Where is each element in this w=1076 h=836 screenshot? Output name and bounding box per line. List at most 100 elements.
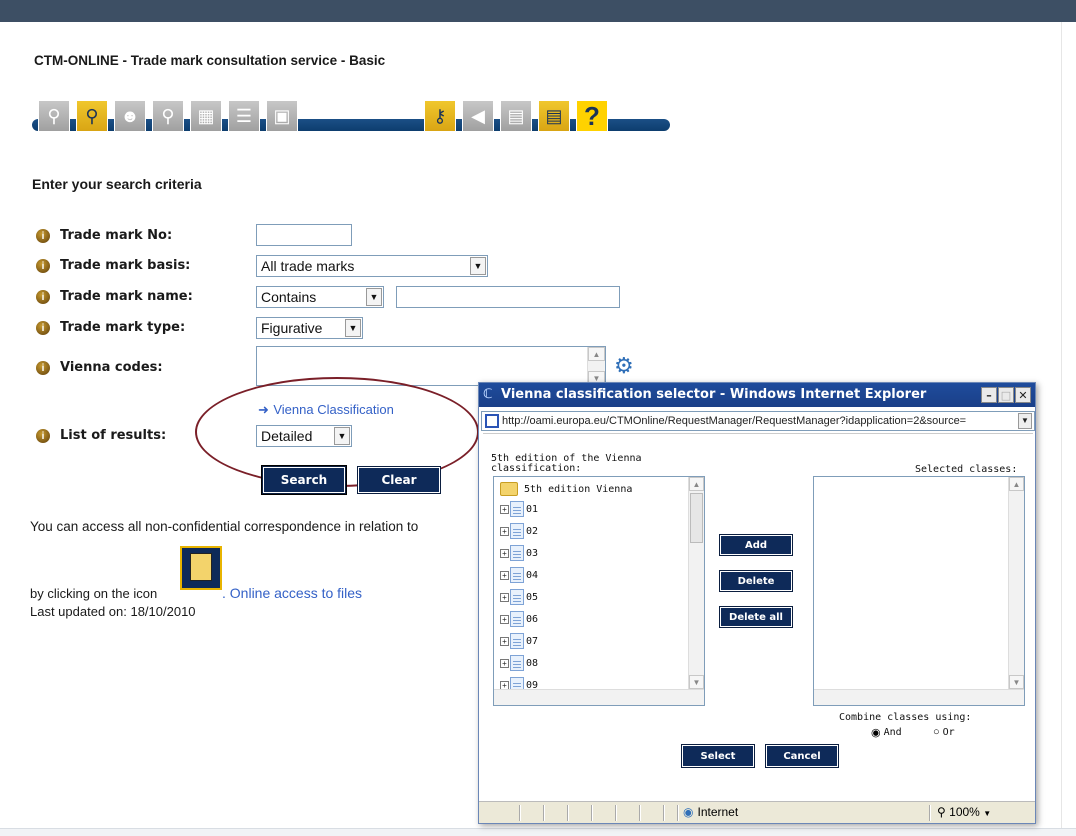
cancel-button[interactable]: Cancel — [765, 744, 839, 768]
info-bullet-icon: i — [36, 429, 50, 443]
tree-scrollbar[interactable]: ▲ ▼ — [688, 477, 704, 689]
list-item[interactable]: +04 — [500, 565, 538, 585]
document-icon — [510, 633, 524, 649]
tree-node-label: 04 — [526, 569, 539, 581]
delete-all-button[interactable]: Delete all — [719, 606, 793, 628]
page-title: CTM-ONLINE - Trade mark consultation ser… — [34, 53, 386, 68]
clear-button[interactable]: Clear — [357, 466, 441, 494]
list-item[interactable]: +01 — [500, 499, 538, 519]
document-icon — [510, 523, 524, 539]
tree-root[interactable]: 5th edition Vienna — [500, 479, 632, 499]
security-zone: ◉ Internet — [683, 805, 738, 819]
tree-root-label: 5th edition Vienna — [524, 483, 633, 495]
page-icon — [485, 414, 499, 428]
info-bullet-icon: i — [36, 229, 50, 243]
list-item[interactable]: +06 — [500, 609, 538, 629]
list-icon[interactable]: ☰ — [228, 100, 260, 132]
trade-mark-basis-value: All trade marks — [261, 258, 355, 274]
list-item[interactable]: +05 — [500, 587, 538, 607]
scroll-down-icon[interactable]: ▼ — [1009, 675, 1024, 689]
selected-hscrollbar[interactable] — [814, 689, 1024, 705]
vienna-tree-list[interactable]: 5th edition Vienna +01 +02 +03 +04 +05 +… — [493, 476, 705, 706]
search-simple-icon[interactable]: ⚲ — [38, 100, 70, 132]
back-icon[interactable]: ◀ — [462, 100, 494, 132]
or-radio[interactable]: ○ Or — [933, 726, 955, 738]
and-radio[interactable]: ◉ And — [871, 726, 902, 739]
vienna-codes-scrollbar[interactable]: ▲ ▼ — [587, 347, 605, 385]
search-button[interactable]: Search — [261, 465, 347, 495]
globe-icon: ◉ — [683, 805, 694, 819]
document-edit-icon[interactable]: ▦ — [190, 100, 222, 132]
print-icon[interactable]: ▤ — [538, 100, 570, 132]
popup-title: Vienna classification selector - Windows… — [501, 387, 927, 402]
document-icon — [510, 545, 524, 561]
scroll-up-icon[interactable]: ▲ — [588, 347, 605, 361]
popup-title-bar[interactable]: ℂ Vienna classification selector - Windo… — [479, 383, 1035, 407]
info-bullet-icon: i — [36, 361, 50, 375]
trade-mark-type-select[interactable]: Figurative ▼ — [256, 317, 363, 339]
list-item[interactable]: +03 — [500, 543, 538, 563]
vienna-tree-header: 5th edition of the Vienna classification… — [491, 453, 642, 474]
trade-mark-type-label: Trade mark type: — [60, 320, 186, 335]
trade-mark-name-label: Trade mark name: — [60, 289, 193, 304]
tree-node-label: 07 — [526, 635, 539, 647]
trade-mark-name-input[interactable] — [396, 286, 620, 308]
trade-mark-no-input[interactable] — [256, 224, 352, 246]
selected-scrollbar[interactable]: ▲ ▼ — [1008, 477, 1024, 689]
delete-button[interactable]: Delete — [719, 570, 793, 592]
folder-icon — [500, 482, 518, 496]
trade-mark-name-operator-select[interactable]: Contains ▼ — [256, 286, 384, 308]
radio-unselected-icon: ○ — [933, 726, 940, 738]
trade-mark-basis-label: Trade mark basis: — [60, 258, 191, 273]
scroll-up-icon[interactable]: ▲ — [689, 477, 704, 491]
online-access-link[interactable]: . Online access to files — [222, 585, 362, 601]
key-icon[interactable]: ⚷ — [424, 100, 456, 132]
document-icon — [510, 611, 524, 627]
bottom-edge — [0, 828, 1076, 836]
list-item[interactable]: +07 — [500, 631, 538, 651]
select-button[interactable]: Select — [681, 744, 755, 768]
maximize-icon[interactable]: □ — [998, 387, 1014, 403]
close-icon[interactable]: ✕ — [1015, 387, 1031, 403]
search-advanced-icon[interactable]: ⚲ — [76, 100, 108, 132]
tree-hscrollbar[interactable] — [494, 689, 704, 705]
address-bar[interactable]: http://oami.europa.eu/CTMOnline/RequestM… — [481, 411, 1035, 431]
document-view-icon[interactable]: ▣ — [266, 100, 298, 132]
vienna-selector-icon[interactable]: ⚙ — [614, 353, 634, 379]
scroll-thumb[interactable] — [690, 493, 703, 543]
online-files-icon[interactable] — [180, 546, 222, 590]
tree-node-label: 05 — [526, 591, 539, 603]
search-people-icon[interactable]: ☻ — [114, 100, 146, 132]
or-label: Or — [942, 726, 955, 738]
info-bullet-icon: i — [36, 321, 50, 335]
scroll-up-icon[interactable]: ▲ — [1009, 477, 1024, 491]
info-bullet-icon: i — [36, 290, 50, 304]
combine-label: Combine classes using: — [839, 712, 972, 723]
vienna-selector-window: ℂ Vienna classification selector - Windo… — [478, 382, 1036, 824]
chevron-down-icon[interactable]: ▼ — [1018, 413, 1032, 429]
document-icon — [510, 589, 524, 605]
minimize-icon[interactable]: – — [981, 387, 997, 403]
selected-classes-list[interactable]: ▲ ▼ — [813, 476, 1025, 706]
trade-mark-basis-select[interactable]: All trade marks ▼ — [256, 255, 488, 277]
trade-mark-name-operator-value: Contains — [261, 289, 317, 305]
trade-mark-no-label: Trade mark No: — [60, 228, 173, 243]
tree-node-label: 03 — [526, 547, 539, 559]
scroll-down-icon[interactable]: ▼ — [689, 675, 704, 689]
search-image-icon[interactable]: ⚲ — [152, 100, 184, 132]
correspondence-text: You can access all non-confidential corr… — [30, 519, 419, 534]
add-button[interactable]: Add — [719, 534, 793, 556]
list-item[interactable]: +02 — [500, 521, 538, 541]
document-icon — [510, 501, 524, 517]
vienna-codes-label: Vienna codes: — [60, 360, 163, 375]
help-icon[interactable]: ? — [576, 100, 608, 132]
list-item[interactable]: +08 — [500, 653, 538, 673]
status-bar: ◉ Internet ⚲ 100% ▼ — [479, 801, 1035, 823]
zoom-control[interactable]: ⚲ 100% ▼ — [937, 805, 991, 819]
save-icon[interactable]: ▤ — [500, 100, 532, 132]
zoom-icon: ⚲ — [937, 805, 946, 819]
radio-selected-icon: ◉ — [871, 727, 881, 739]
chevron-down-icon: ▼ — [366, 288, 382, 306]
tree-node-label: 01 — [526, 503, 539, 515]
ie-logo-icon: ℂ — [483, 387, 493, 402]
